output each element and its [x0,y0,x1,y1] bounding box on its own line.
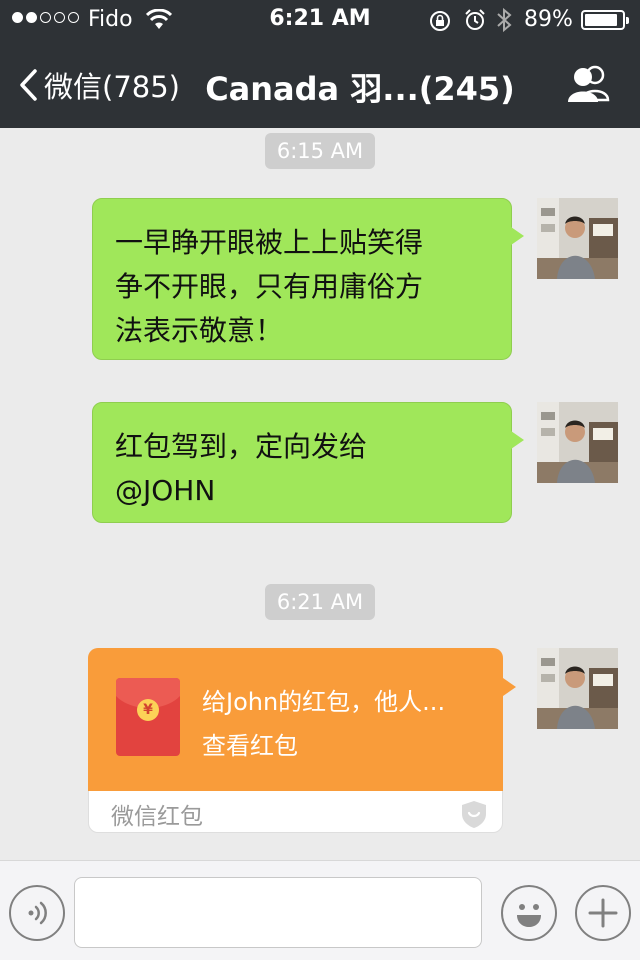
bluetooth-icon [496,7,512,39]
rotation-lock-icon [428,9,452,39]
more-button[interactable] [575,885,631,941]
status-bar: Fido 6:21 AM 89% [0,0,640,40]
message-input[interactable] [74,877,482,948]
red-envelope-icon: ¥ [116,678,180,756]
message-line: @JOHN [115,474,216,507]
timestamp: 6:21 AM [0,584,640,620]
message-line: 红包驾到，定向发给 [115,430,368,463]
emoji-icon [517,904,541,927]
message-line: 一早睁开眼被上上贴笑得 [115,226,424,259]
red-packet-title: 给John的红包，他人... [202,688,446,716]
message-line: 法表示敬意！ [115,314,284,347]
red-packet-subtitle: 查看红包 [202,732,298,760]
plus-icon [588,898,618,928]
voice-icon [28,901,47,925]
group-members-icon[interactable] [566,64,612,108]
timestamp: 6:15 AM [0,133,640,169]
chat-title: Canada 羽...(245) [205,70,515,108]
input-bar [0,860,640,960]
battery-icon [581,10,629,30]
red-packet-message[interactable]: ¥ 给John的红包，他人... 查看红包 微信红包 [88,648,516,833]
avatar[interactable] [537,198,618,279]
coin-icon: ¥ [137,699,159,721]
voice-button[interactable] [9,885,65,941]
nav-bar: 微信(785) Canada 羽...(245) [0,40,640,128]
alarm-icon [463,8,487,38]
red-packet-label: 微信红包 [111,804,203,830]
emoji-button[interactable] [501,885,557,941]
avatar[interactable] [537,402,618,483]
battery-percent: 89% [524,7,573,32]
avatar[interactable] [537,648,618,729]
message-bubble[interactable]: 红包驾到，定向发给 @JOHN [92,402,524,523]
red-packet-header: ¥ 给John的红包，他人... 查看红包 [88,648,516,791]
message-line: 争不开眼，只有用庸俗方 [115,270,424,303]
message-bubble[interactable]: 一早睁开眼被上上贴笑得 争不开眼，只有用庸俗方 法表示敬意！ [92,198,524,360]
shield-icon [460,799,488,833]
